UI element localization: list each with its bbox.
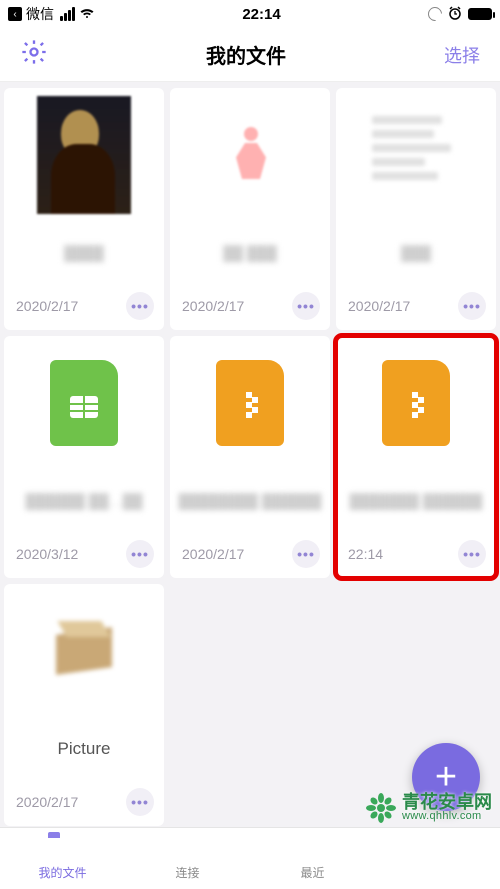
watermark-logo-icon xyxy=(366,793,396,823)
tab-label: 最近 xyxy=(300,864,324,881)
file-name: ███████ ██████ xyxy=(336,470,496,528)
more-button[interactable]: ••• xyxy=(292,292,320,320)
file-thumbnail xyxy=(170,88,330,222)
archive-icon xyxy=(216,360,284,446)
watermark-url: www.qhhlv.com xyxy=(402,811,492,823)
file-name: ████████ ██████ xyxy=(170,470,330,528)
battery-icon xyxy=(468,8,492,20)
file-card[interactable]: ██ ███ 2020/2/17 ••• xyxy=(170,88,330,330)
file-thumbnail xyxy=(170,336,330,470)
file-date: 2020/2/17 xyxy=(16,298,78,314)
tab-cutoff xyxy=(375,828,500,889)
file-name: ████ xyxy=(4,222,164,280)
watermark: 青花安卓网 www.qhhlv.com xyxy=(366,793,492,823)
file-thumbnail xyxy=(4,88,164,222)
archive-icon xyxy=(382,360,450,446)
file-card[interactable]: ██████ ██…██ 2020/3/12 ••• xyxy=(4,336,164,578)
folder-icon xyxy=(48,836,78,862)
spreadsheet-icon xyxy=(50,360,118,446)
more-button[interactable]: ••• xyxy=(126,788,154,816)
status-bar: ‹ 微信 22:14 xyxy=(0,0,500,28)
tab-my-files[interactable]: 我的文件 xyxy=(0,828,125,889)
file-thumbnail xyxy=(336,336,496,470)
back-app-label[interactable]: 微信 xyxy=(26,4,54,24)
more-button[interactable]: ••• xyxy=(292,540,320,568)
file-card[interactable]: Picture 2020/2/17 ••• xyxy=(4,584,164,826)
file-date: 2020/2/17 xyxy=(182,546,244,562)
tab-recent[interactable]: 最近 xyxy=(250,828,375,889)
file-thumbnail xyxy=(336,88,496,222)
file-name: ██████ ██…██ xyxy=(4,470,164,528)
gear-icon[interactable] xyxy=(20,38,48,71)
status-right xyxy=(428,6,492,23)
status-time: 22:14 xyxy=(95,6,428,23)
file-name: Picture xyxy=(4,718,164,776)
nav-bar: 我的文件 选择 xyxy=(0,28,500,82)
file-date: 2020/2/17 xyxy=(16,794,78,810)
file-card[interactable]: ███ 2020/2/17 ••• xyxy=(336,88,496,330)
file-grid: ████ 2020/2/17 ••• ██ ███ 2020/2/17 ••• … xyxy=(0,82,500,832)
dnd-icon xyxy=(425,4,445,24)
select-button[interactable]: 选择 xyxy=(444,42,480,68)
status-left: ‹ 微信 xyxy=(8,4,95,24)
page-title: 我的文件 xyxy=(206,40,286,69)
more-button[interactable]: ••• xyxy=(458,292,486,320)
file-card-highlighted[interactable]: ███████ ██████ 22:14 ••• xyxy=(336,336,496,578)
file-date: 2020/2/17 xyxy=(348,298,410,314)
tab-bar: 我的文件 连接 最近 xyxy=(0,827,500,889)
file-card[interactable]: ████ 2020/2/17 ••• xyxy=(4,88,164,330)
watermark-brand: 青花安卓网 xyxy=(402,793,492,812)
signal-icon xyxy=(60,7,75,21)
file-card[interactable]: ████████ ██████ 2020/2/17 ••• xyxy=(170,336,330,578)
file-date: 2020/2/17 xyxy=(182,298,244,314)
file-name: ██ ███ xyxy=(170,222,330,280)
wifi-icon xyxy=(173,836,203,862)
more-button[interactable]: ••• xyxy=(458,540,486,568)
alarm-icon xyxy=(448,6,462,23)
file-name: ███ xyxy=(336,222,496,280)
file-date: 2020/3/12 xyxy=(16,546,78,562)
tab-connect[interactable]: 连接 xyxy=(125,828,250,889)
file-thumbnail xyxy=(4,584,164,718)
more-button[interactable]: ••• xyxy=(126,292,154,320)
file-date: 22:14 xyxy=(348,546,383,562)
back-app-icon[interactable]: ‹ xyxy=(8,7,22,21)
plus-icon: + xyxy=(435,758,457,796)
tab-label: 我的文件 xyxy=(38,864,86,881)
clock-icon xyxy=(298,836,328,862)
file-thumbnail xyxy=(4,336,164,470)
wifi-status-icon xyxy=(79,6,95,22)
tab-label: 连接 xyxy=(175,864,199,881)
more-button[interactable]: ••• xyxy=(126,540,154,568)
